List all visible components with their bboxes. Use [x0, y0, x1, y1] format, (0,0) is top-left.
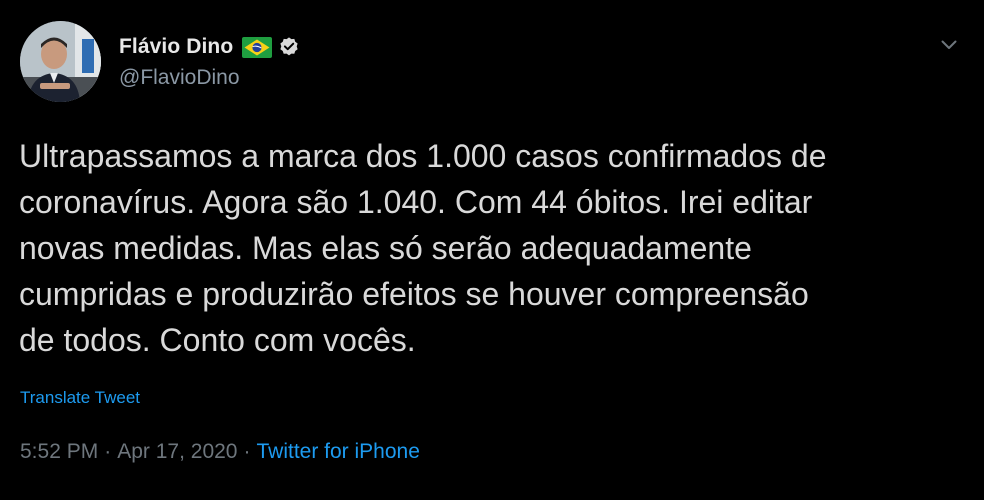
tweet-card: Flávio Dino @FlavioDino Ultrapassamos a … [0, 0, 984, 500]
tweet-text-line: novas medidas. Mas elas só serão adequad… [19, 230, 752, 266]
author-handle[interactable]: @FlavioDino [119, 66, 240, 90]
tweet-text-line: Ultrapassamos a marca dos 1.000 casos co… [19, 138, 827, 174]
tweet-time[interactable]: 5:52 PM [20, 440, 98, 464]
tweet-meta: 5:52 PM · Apr 17, 2020 · Twitter for iPh… [20, 440, 420, 464]
translate-tweet-link[interactable]: Translate Tweet [20, 388, 140, 408]
tweet-text: Ultrapassamos a marca dos 1.000 casos co… [19, 133, 969, 363]
tweet-date[interactable]: Apr 17, 2020 [117, 440, 237, 464]
meta-separator: · [104, 440, 112, 463]
more-options-button[interactable] [937, 36, 961, 54]
author-display-name[interactable]: Flávio Dino [119, 35, 233, 59]
author-name-row: Flávio Dino [119, 34, 300, 60]
brazil-flag-icon [242, 36, 273, 58]
tweet-text-line: cumpridas e produzirão efeitos se houver… [19, 276, 809, 312]
tweet-text-line: de todos. Conto com vocês. [19, 322, 416, 358]
avatar[interactable] [20, 21, 101, 102]
meta-separator: · [243, 440, 251, 463]
verified-badge-icon [278, 36, 300, 58]
tweet-source-link[interactable]: Twitter for iPhone [256, 440, 419, 464]
tweet-text-line: coronavírus. Agora são 1.040. Com 44 óbi… [19, 184, 813, 220]
chevron-down-icon [941, 40, 957, 49]
